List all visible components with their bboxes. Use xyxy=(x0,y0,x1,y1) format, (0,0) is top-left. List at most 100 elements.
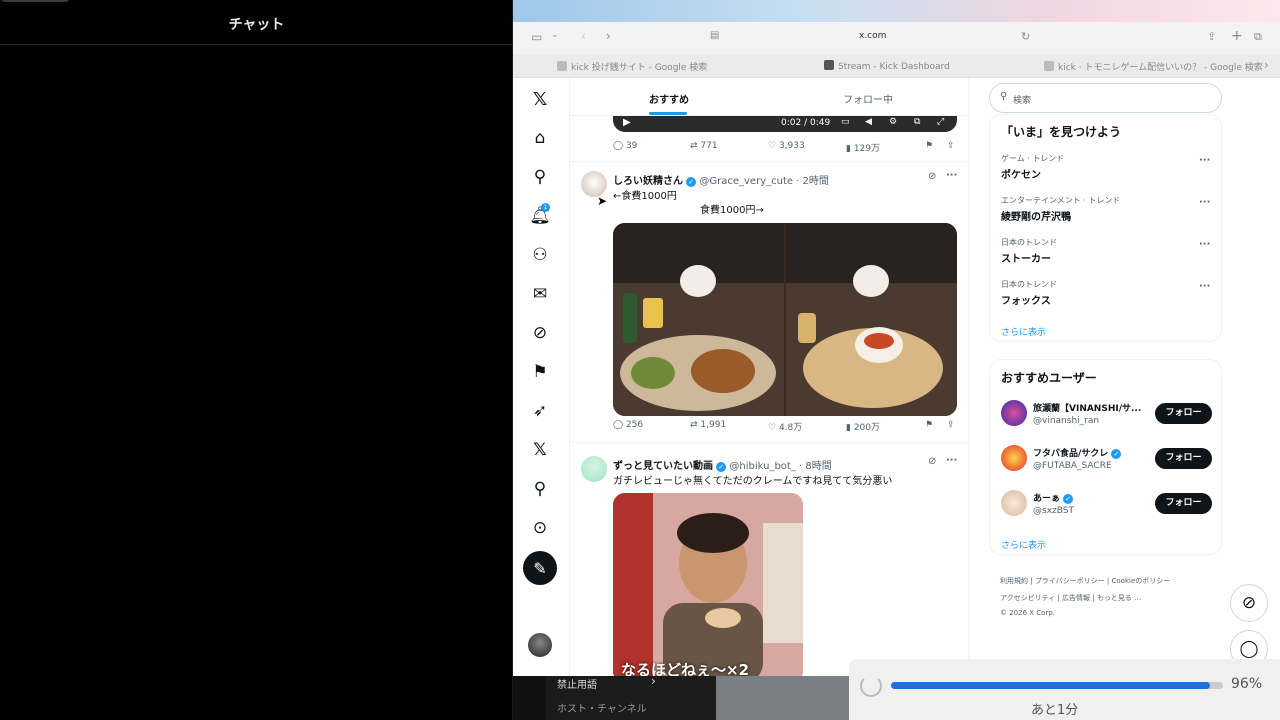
notifications-icon[interactable]: 🔔︎ 1 xyxy=(527,203,553,229)
grok-icon[interactable]: ⊘ xyxy=(928,171,936,182)
views-button[interactable]: ▮ 200万 xyxy=(846,420,880,433)
new-tab-icon[interactable]: + xyxy=(1231,28,1243,44)
play-icon[interactable]: ▶ xyxy=(623,117,631,128)
follow-button[interactable]: フォロー xyxy=(1155,448,1212,469)
trend-item[interactable]: 日本のトレンド ストーカー ··· xyxy=(990,237,1223,277)
video-player[interactable]: ▶ 0:02 / 0:49 ▭ ◀ ⚙ ⧉ ⤢ xyxy=(613,116,957,132)
x-logo-icon[interactable]: 𝕏 xyxy=(527,86,553,112)
trend-item[interactable]: エンターテインメント · トレンド 綾野剛の芹沢鴨 ··· xyxy=(990,195,1223,235)
grok-icon[interactable]: ⊘ xyxy=(928,456,936,467)
tweet[interactable]: しろい妖精さん ✓ @Grace_very_cute · 2時間 ⊘ ··· ←… xyxy=(570,163,968,443)
user-avatar[interactable] xyxy=(1001,400,1027,426)
suggested-user[interactable]: あーぁ ✓ @sxzBST フォロー xyxy=(990,488,1223,524)
timeline-tabs: おすすめ フォロー中 xyxy=(570,78,968,116)
menu-item-host-channel[interactable]: ホスト・チャンネル xyxy=(557,700,647,715)
like-button[interactable]: ♡ 4.8万 xyxy=(768,420,802,433)
more-options-icon[interactable]: ··· xyxy=(946,170,957,181)
share-icon[interactable]: ⇪ xyxy=(1207,30,1216,43)
tab-kick-search[interactable]: kick 投げ銭サイト - Google 検索 xyxy=(557,60,707,73)
trends-show-more-link[interactable]: さらに表示 xyxy=(1001,325,1046,338)
user-avatar[interactable] xyxy=(1001,445,1027,471)
premium-x-icon[interactable]: 𝕏 xyxy=(527,437,553,463)
bookmark-icon[interactable]: ⚑ xyxy=(925,141,933,151)
footer-link[interactable]: 広告情報 xyxy=(1062,594,1090,602)
tab-scroll-icon[interactable]: › xyxy=(1264,58,1269,72)
more-options-icon[interactable]: ··· xyxy=(1199,239,1210,250)
mute-icon[interactable]: ◀ xyxy=(865,117,872,127)
search-input[interactable]: ⚲ 検索 xyxy=(989,83,1222,113)
user-handle[interactable]: @hibiku_bot_ · 8時間 xyxy=(729,461,831,472)
share-icon[interactable]: ⇪ xyxy=(947,141,955,151)
tweet-image[interactable] xyxy=(613,223,957,416)
more-options-icon[interactable]: ··· xyxy=(1199,155,1210,166)
chat-top-button[interactable] xyxy=(0,0,70,2)
tab-following[interactable]: フォロー中 xyxy=(843,91,893,106)
reply-button[interactable]: ◯ 39 xyxy=(613,141,637,151)
tab-for-you[interactable]: おすすめ xyxy=(649,91,689,106)
user-avatar[interactable] xyxy=(581,456,607,482)
rocket-icon[interactable]: ➶ xyxy=(527,398,553,424)
post-button[interactable]: ✎ xyxy=(523,551,557,585)
more-options-icon[interactable]: ··· xyxy=(946,455,957,466)
views-button[interactable]: ▮ 129万 xyxy=(846,141,880,154)
suggested-user[interactable]: 旅瀬蘭【VINANSHI/サ... @vinanshi_ran フォロー xyxy=(990,398,1223,434)
profile-icon[interactable]: ⚲ xyxy=(527,476,553,502)
footer-link[interactable]: プライバシーポリシー xyxy=(1035,577,1105,585)
more-options-icon[interactable]: ··· xyxy=(1199,281,1210,292)
follow-button[interactable]: フォロー xyxy=(1155,493,1212,514)
pip-icon[interactable]: ⧉ xyxy=(914,117,920,127)
footer-link[interactable]: もっと見る … xyxy=(1097,594,1141,602)
address-bar[interactable]: x.com xyxy=(859,31,886,41)
chat-panel: チャット xyxy=(0,0,513,720)
grok-float-button[interactable]: ⊘ xyxy=(1230,584,1268,622)
users-show-more-link[interactable]: さらに表示 xyxy=(1001,538,1046,551)
tweet-header: ずっと見ていたい動画 ✓ @hibiku_bot_ · 8時間 xyxy=(613,457,832,472)
follow-button[interactable]: フォロー xyxy=(1155,403,1212,424)
retweet-button[interactable]: ⇄ 771 xyxy=(690,141,718,151)
back-icon[interactable]: ‹ xyxy=(581,29,586,43)
browser-window: ▭ ⌄ ‹ › ▤ x.com ↻ ⇪ + ⧉ kick 投げ銭サイト - Go… xyxy=(513,0,1280,676)
user-name[interactable]: しろい妖精さん xyxy=(613,176,683,187)
user-handle[interactable]: @Grace_very_cute · 2時間 xyxy=(699,176,829,187)
retweet-icon: ⇄ xyxy=(690,420,698,430)
footer-link[interactable]: アクセシビリティ xyxy=(1000,594,1055,602)
forward-icon[interactable]: › xyxy=(606,29,611,43)
more-icon[interactable]: ⊙ xyxy=(527,515,553,541)
tweet-video[interactable]: なるほどねぇ〜×2 xyxy=(613,493,803,676)
chevron-down-icon[interactable]: ⌄ xyxy=(551,30,559,40)
bookmark-icon[interactable]: ⚑ xyxy=(925,420,933,430)
trend-item[interactable]: 日本のトレンド フォックス ··· xyxy=(990,279,1223,319)
user-avatar[interactable] xyxy=(1001,490,1027,516)
share-icon[interactable]: ⇪ xyxy=(947,420,955,430)
reply-button[interactable]: ◯ 256 xyxy=(613,420,643,430)
reload-icon[interactable]: ↻ xyxy=(1021,30,1030,43)
user-name[interactable]: ずっと見ていたい動画 xyxy=(613,461,713,472)
captions-icon[interactable]: ▭ xyxy=(841,117,850,127)
tweet-header: しろい妖精さん ✓ @Grace_very_cute · 2時間 xyxy=(613,172,829,187)
copyright: © 2026 X Corp. xyxy=(1000,609,1056,617)
page-settings-icon[interactable]: ▤ xyxy=(710,30,719,41)
like-button[interactable]: ♡ 3,933 xyxy=(768,141,805,151)
tab-overview-icon[interactable]: ⧉ xyxy=(1254,30,1262,44)
trend-item[interactable]: ゲーム · トレンド ポケセン ··· xyxy=(990,153,1223,193)
search-icon[interactable]: ⚲ xyxy=(527,164,553,190)
messages-icon[interactable]: ✉ xyxy=(527,281,553,307)
follow-icon[interactable]: ⚇ xyxy=(527,242,553,268)
suggested-user[interactable]: フタバ食品/サクレ ✓ @FUTABA_SACRE フォロー xyxy=(990,443,1223,479)
footer-link[interactable]: Cookieのポリシー xyxy=(1112,577,1171,585)
home-icon[interactable]: ⌂ xyxy=(527,125,553,151)
tweet[interactable]: ずっと見ていたい動画 ✓ @hibiku_bot_ · 8時間 ⊘ ··· ガチ… xyxy=(570,448,968,676)
footer-link[interactable]: 利用規約 xyxy=(1000,577,1028,585)
account-avatar[interactable] xyxy=(528,633,552,657)
more-options-icon[interactable]: ··· xyxy=(1199,197,1210,208)
sidebar-toggle-icon[interactable]: ▭ xyxy=(531,30,542,44)
tab-kick-dashboard[interactable]: Stream - Kick Dashboard xyxy=(824,60,950,72)
tab-kick-game-search[interactable]: kick · トモニレゲーム配信いいの？ - Google 検索 xyxy=(1044,60,1263,73)
menu-item-banned-words[interactable]: 禁止用語 xyxy=(557,676,597,691)
grok-icon[interactable]: ⊘ xyxy=(527,320,553,346)
fullscreen-icon[interactable]: ⤢ xyxy=(937,117,944,127)
reply-count: 256 xyxy=(625,420,644,430)
retweet-button[interactable]: ⇄ 1,991 xyxy=(690,420,726,430)
settings-icon[interactable]: ⚙ xyxy=(889,117,897,127)
bookmarks-icon[interactable]: ⚑ xyxy=(527,359,553,385)
